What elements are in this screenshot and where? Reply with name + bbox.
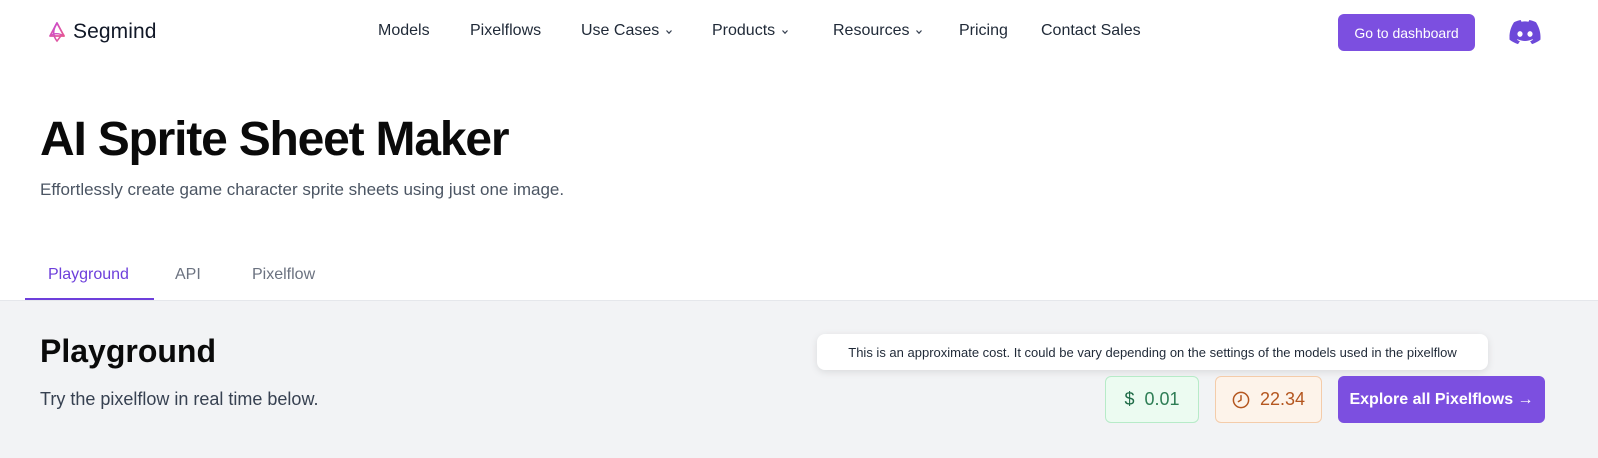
go-to-dashboard-button[interactable]: Go to dashboard <box>1338 14 1475 51</box>
chevron-down-icon <box>782 30 789 35</box>
nav-item-pricing[interactable]: Pricing <box>959 22 1008 40</box>
playground-section: Playground Try the pixelflow in real tim… <box>0 300 1598 458</box>
page: Segmind Models Pixelflows Use Cases Prod… <box>0 0 1598 458</box>
tab-playground[interactable]: Playground <box>48 266 129 284</box>
nav-item-products[interactable]: Products <box>712 22 789 40</box>
nav-label: Pixelflows <box>470 22 542 39</box>
discord-link[interactable] <box>1509 19 1541 45</box>
nav-item-pixelflows[interactable]: Pixelflows <box>470 22 541 40</box>
cost-value: 0.01 <box>1144 389 1180 409</box>
nav-label: Resources <box>833 22 910 39</box>
tab-api[interactable]: API <box>175 266 201 284</box>
cost-tooltip: This is an approximate cost. It could be… <box>817 334 1488 370</box>
time-badge[interactable]: 22.34 <box>1215 376 1322 423</box>
page-title: AI Sprite Sheet Maker <box>40 113 510 166</box>
logo-text: Segmind <box>73 20 157 43</box>
clock-icon <box>1232 391 1250 408</box>
nav-item-resources[interactable]: Resources <box>833 22 923 40</box>
chevron-down-icon <box>916 30 923 35</box>
nav-item-use-cases[interactable]: Use Cases <box>581 22 673 40</box>
time-value: 22.34 <box>1259 389 1306 409</box>
tab-bar: Playground API Pixelflow <box>25 254 1598 300</box>
dollar-icon: $ <box>1124 389 1135 409</box>
logo-link[interactable]: Segmind <box>47 20 157 44</box>
nav-label: Contact Sales <box>1041 22 1141 39</box>
explore-pixelflows-button[interactable]: Explore all Pixelflows → <box>1338 376 1545 423</box>
nav-item-models[interactable]: Models <box>378 22 430 40</box>
cost-badge[interactable]: $ 0.01 <box>1105 376 1199 423</box>
discord-icon <box>1509 20 1541 45</box>
section-title: Playground <box>40 333 217 369</box>
segmind-logo-icon <box>47 21 67 43</box>
nav-label: Models <box>378 22 430 39</box>
nav-label: Pricing <box>959 22 1008 39</box>
section-subtitle: Try the pixelflow in real time below. <box>40 389 319 409</box>
chevron-down-icon <box>666 30 673 35</box>
tab-pixelflow[interactable]: Pixelflow <box>252 266 315 284</box>
page-subtitle: Effortlessly create game character sprit… <box>40 180 565 199</box>
nav-label: Products <box>712 22 776 39</box>
site-header: Segmind Models Pixelflows Use Cases Prod… <box>0 0 1598 64</box>
nav-label: Use Cases <box>581 22 660 39</box>
nav-item-contact-sales[interactable]: Contact Sales <box>1041 22 1141 40</box>
